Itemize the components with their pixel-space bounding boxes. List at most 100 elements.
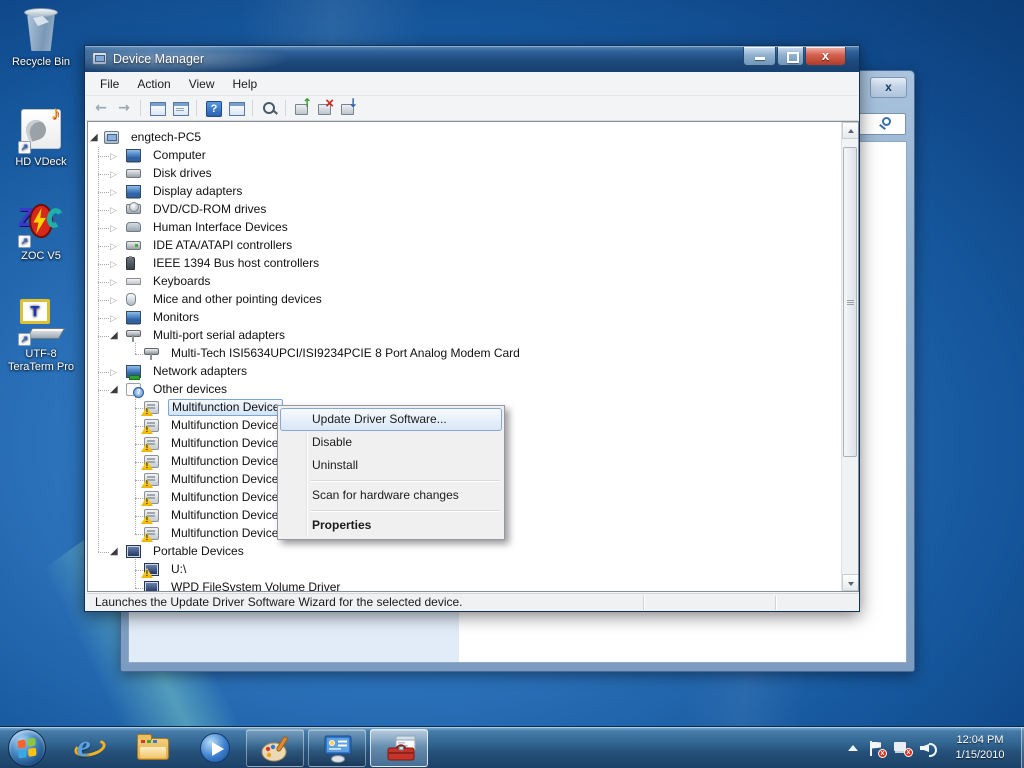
title-bar[interactable]: Device Manager — [85, 46, 859, 72]
expand-caret-icon[interactable]: ▷ — [110, 168, 122, 180]
scan-icon[interactable] — [259, 98, 279, 118]
collapse-caret-icon[interactable]: ◢ — [110, 330, 122, 342]
scroll-up-button[interactable] — [842, 122, 858, 139]
warning-badge-icon — [141, 478, 153, 488]
warning-badge-icon — [141, 568, 153, 578]
media-player-icon[interactable] — [198, 731, 232, 765]
uninstall-icon[interactable] — [315, 98, 335, 118]
restore-button[interactable] — [777, 47, 804, 66]
close-button[interactable]: x — [870, 77, 907, 98]
warning-badge-icon — [141, 460, 153, 470]
volume-icon[interactable] — [920, 741, 937, 757]
start-button[interactable] — [8, 729, 46, 767]
menu-item-disable[interactable]: Disable — [280, 431, 502, 454]
mouse-icon — [126, 293, 136, 306]
expand-caret-icon[interactable]: ▷ — [110, 240, 122, 252]
tree-item-wpd-driver[interactable]: WPD FileSystem Volume Driver — [88, 579, 838, 591]
taskbar-clock[interactable]: 12:04 PM 1/15/2010 — [942, 733, 1018, 763]
tree-item-u-drive[interactable]: U:\ — [88, 561, 838, 579]
forward-icon[interactable]: → — [114, 98, 134, 118]
internet-explorer-icon[interactable]: e — [72, 729, 108, 765]
hd-vdeck-icon: ♪ ↗ — [17, 103, 65, 154]
show-console-tree-icon[interactable] — [147, 98, 167, 118]
taskbar-button-display-settings[interactable] — [308, 729, 366, 767]
computer-category-icon — [126, 149, 141, 162]
menu-action[interactable]: Action — [128, 73, 179, 95]
desktop-icon-label: ZOC V5 — [21, 250, 61, 262]
music-note-icon: ♪ — [50, 103, 61, 124]
taskbar-button-toolbox-active[interactable] — [370, 729, 428, 767]
desktop: Recycle Bin ♪ ↗ HD VDeck Z ↗ ZOC V5 T ↗ … — [0, 0, 1024, 768]
vertical-scrollbar[interactable] — [841, 122, 858, 591]
scroll-down-button[interactable] — [842, 574, 858, 591]
back-icon[interactable]: ← — [91, 98, 111, 118]
menu-item-properties[interactable]: Properties — [280, 514, 502, 537]
scrollbar-thumb[interactable] — [843, 147, 857, 457]
close-button[interactable] — [805, 47, 846, 66]
ieee1394-icon — [126, 256, 135, 270]
disk-drives-icon — [126, 169, 141, 178]
tree-item-other-devices[interactable]: ◢Other devices — [88, 381, 838, 399]
tree-item-mice[interactable]: ▷ Mice and other pointing devices — [88, 291, 838, 309]
desktop-icon-hd-vdeck[interactable]: ♪ ↗ HD VDeck — [2, 103, 80, 169]
desktop-icon-zoc[interactable]: Z ↗ ZOC V5 — [2, 200, 80, 263]
ide-controllers-icon — [126, 241, 141, 250]
tree-item-network-adapters[interactable]: ▷ Network adapters — [88, 363, 838, 381]
show-hidden-icons[interactable] — [848, 745, 858, 751]
shortcut-arrow-icon: ↗ — [18, 235, 31, 248]
properties-window-icon[interactable] — [170, 98, 190, 118]
expand-caret-icon[interactable]: ▷ — [110, 258, 122, 270]
taskbar-button-paint[interactable] — [246, 729, 304, 767]
unknown-device-warning-icon — [141, 419, 159, 434]
tree-item-portable-devices[interactable]: ◢ Portable Devices — [88, 543, 838, 561]
help-icon[interactable] — [203, 98, 223, 118]
desktop-icon-recycle-bin[interactable]: Recycle Bin — [2, 6, 80, 69]
action-pane-icon[interactable] — [226, 98, 246, 118]
menu-file[interactable]: File — [91, 73, 128, 95]
menu-view[interactable]: View — [180, 73, 224, 95]
expand-caret-icon[interactable]: ▷ — [110, 312, 122, 324]
collapse-caret-icon[interactable]: ◢ — [110, 384, 122, 396]
update-driver-icon[interactable] — [292, 97, 312, 118]
tree-item-monitors[interactable]: ▷ Monitors — [88, 309, 838, 327]
menu-bar: File Action View Help — [86, 72, 858, 96]
warning-badge-icon — [141, 442, 153, 452]
dvd-cdrom-icon — [126, 202, 141, 214]
tree-item-multiport-serial[interactable]: ◢ Multi-port serial adapters — [88, 327, 838, 345]
status-bar: Launches the Update Driver Software Wiza… — [87, 593, 859, 611]
expand-caret-icon[interactable]: ▷ — [110, 150, 122, 162]
window-title: Device Manager — [113, 52, 205, 66]
tree-item-root[interactable]: ◢ engtech-PC5 — [88, 129, 838, 147]
collapse-caret-icon[interactable]: ◢ — [110, 546, 122, 558]
collapse-caret-icon[interactable]: ◢ — [90, 132, 102, 144]
expand-caret-icon[interactable]: ▷ — [110, 222, 122, 234]
tree-item-dvd-cdrom[interactable]: ▷ DVD/CD-ROM drives — [88, 201, 838, 219]
tree-item-computer[interactable]: ▷ Computer — [88, 147, 838, 165]
expand-caret-icon[interactable]: ▷ — [110, 294, 122, 306]
expand-caret-icon[interactable]: ▷ — [110, 366, 122, 378]
error-badge-icon: x — [878, 748, 887, 758]
network-status-icon[interactable]: x — [894, 741, 913, 757]
windows-explorer-icon[interactable] — [136, 731, 170, 765]
expand-caret-icon[interactable]: ▷ — [110, 276, 122, 288]
expand-caret-icon[interactable]: ▷ — [110, 186, 122, 198]
scan-hardware-changes-icon[interactable] — [338, 97, 358, 118]
toolbar-separator — [196, 100, 197, 116]
tree-item-ieee1394[interactable]: ▷ IEEE 1394 Bus host controllers — [88, 255, 838, 273]
unknown-device-warning-icon — [141, 401, 159, 416]
menu-item-scan-hardware[interactable]: Scan for hardware changes — [280, 484, 502, 507]
action-center-flag-icon[interactable]: x — [869, 740, 887, 758]
minimize-button[interactable] — [743, 47, 776, 66]
desktop-icon-teraterm[interactable]: T ↗ UTF-8 TeraTerm Pro — [2, 298, 80, 374]
menu-help[interactable]: Help — [224, 73, 267, 95]
tree-item-keyboards[interactable]: ▷ Keyboards — [88, 273, 838, 291]
menu-item-uninstall[interactable]: Uninstall — [280, 454, 502, 477]
tree-item-ide[interactable]: ▷ IDE ATA/ATAPI controllers — [88, 237, 838, 255]
tree-item-display-adapters[interactable]: ▷ Display adapters — [88, 183, 838, 201]
tree-item-multitech-modem[interactable]: Multi-Tech ISI5634UPCI/ISI9234PCIE 8 Por… — [88, 345, 838, 363]
tree-item-hid[interactable]: ▷ Human Interface Devices — [88, 219, 838, 237]
menu-item-update-driver[interactable]: Update Driver Software... — [280, 408, 502, 431]
tree-item-disk-drives[interactable]: ▷ Disk drives — [88, 165, 838, 183]
toolbar-separator — [140, 100, 141, 116]
expand-caret-icon[interactable]: ▷ — [110, 204, 122, 216]
